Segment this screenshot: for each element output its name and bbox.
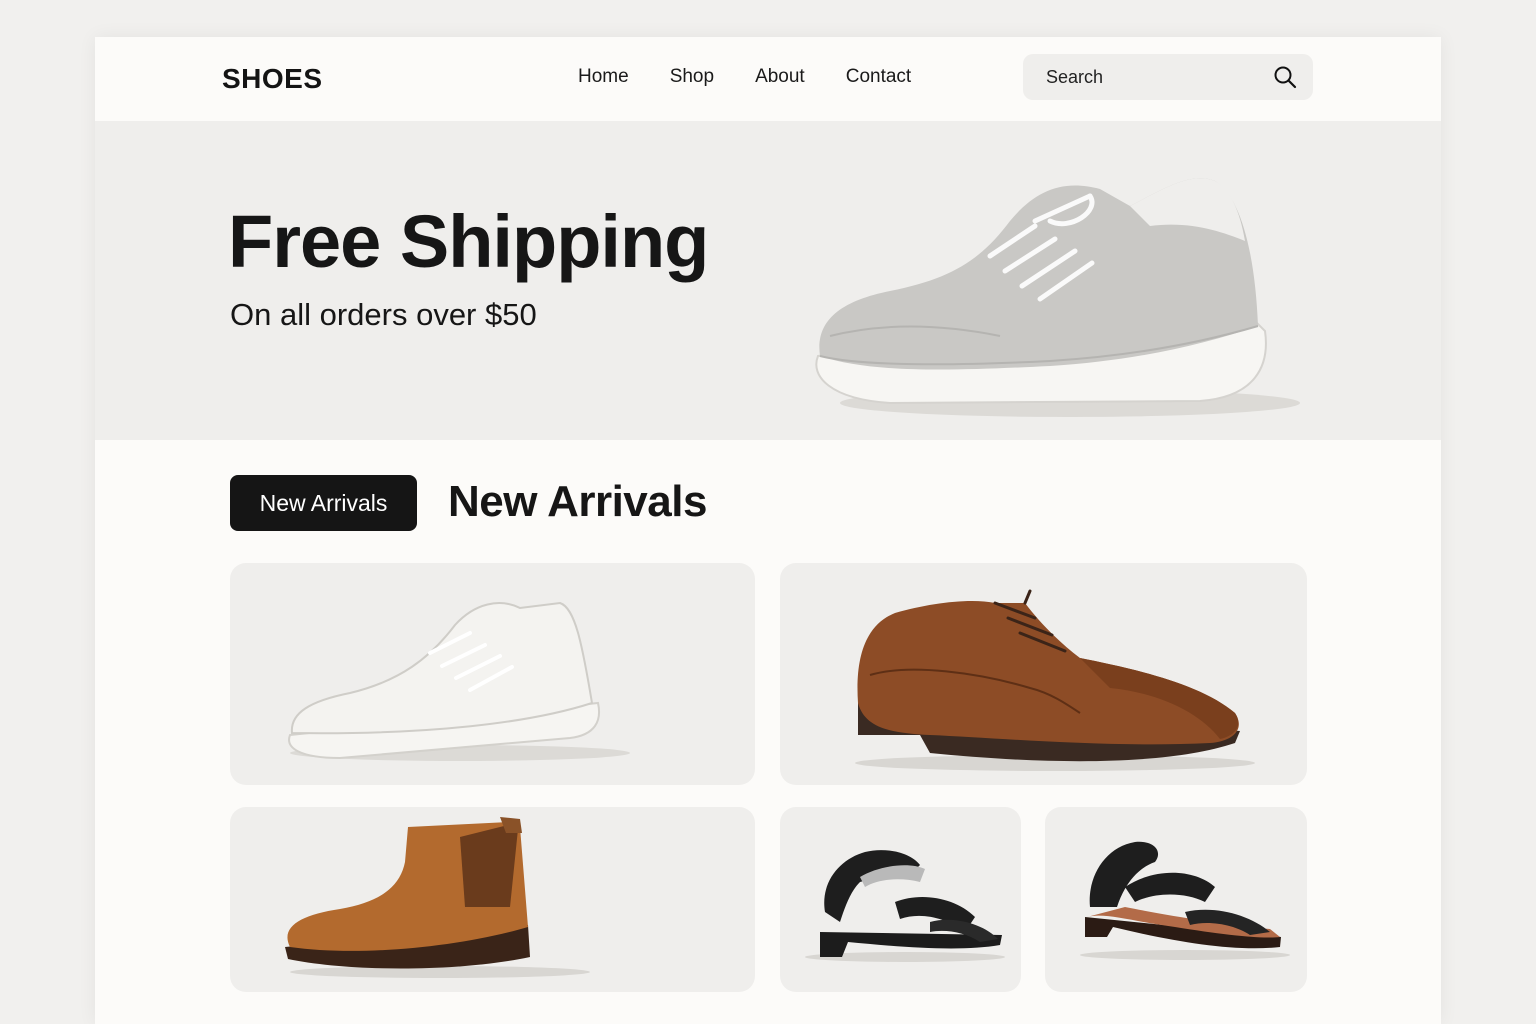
header: SHOES Home Shop About Contact: [95, 37, 1441, 121]
hero-banner: Free Shipping On all orders over $50: [95, 121, 1441, 440]
nav-about[interactable]: About: [755, 66, 805, 88]
new-arrivals-badge[interactable]: New Arrivals: [230, 475, 417, 531]
hero-sneaker-image: [815, 178, 1300, 417]
hero-title: Free Shipping: [228, 200, 709, 283]
chelsea-boot-image: [285, 817, 590, 978]
brown-oxford-image: [855, 589, 1255, 771]
silver-strap-sandal-image: [805, 850, 1005, 962]
product-card-silver-strap-sandal[interactable]: [780, 807, 1021, 992]
nav-shop[interactable]: Shop: [670, 66, 714, 88]
black-sandal-image: [1080, 841, 1290, 960]
main-nav: Home Shop About Contact: [578, 66, 952, 88]
product-card-white-sneaker[interactable]: [230, 563, 755, 785]
product-card-chelsea-boot[interactable]: [230, 807, 755, 992]
product-card-black-sandal[interactable]: [1045, 807, 1307, 992]
section-title: New Arrivals: [448, 477, 707, 526]
logo[interactable]: SHOES: [222, 63, 323, 95]
nav-home[interactable]: Home: [578, 66, 629, 88]
product-card-brown-oxford[interactable]: [780, 563, 1307, 785]
page: SHOES Home Shop About Contact Free Shipp…: [95, 37, 1441, 1024]
nav-contact[interactable]: Contact: [846, 66, 911, 88]
search-input[interactable]: [1023, 54, 1263, 100]
hero-subtitle: On all orders over $50: [230, 297, 537, 332]
search-bar: [1023, 54, 1313, 100]
white-sneaker-image: [288, 601, 630, 761]
search-icon[interactable]: [1273, 65, 1297, 89]
